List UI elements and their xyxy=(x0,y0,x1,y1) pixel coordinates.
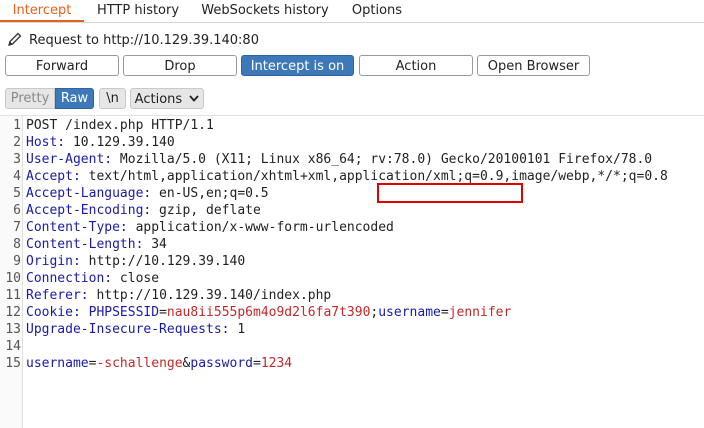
line-number: 13 xyxy=(5,322,21,337)
token: POST /index.php HTTP/1.1 xyxy=(26,118,214,133)
line-number: 15 xyxy=(5,356,21,371)
line-content: Accept: text/html,application/xhtml+xml,… xyxy=(26,168,668,185)
request-target: Request to http://10.129.39.140:80 xyxy=(7,31,259,49)
token: = xyxy=(253,356,261,371)
token: jennifer xyxy=(448,305,512,320)
tab-websockets-history[interactable]: WebSockets history xyxy=(196,0,334,21)
token: = xyxy=(159,305,167,320)
line-content: Connection: close xyxy=(26,270,159,287)
token: Accept-Language: xyxy=(26,186,152,201)
token: Origin: xyxy=(26,254,81,269)
chevron-down-icon xyxy=(189,89,199,108)
token: close xyxy=(112,271,160,286)
line-number: 8 xyxy=(13,237,21,252)
line-number: 14 xyxy=(5,339,21,354)
line-content: Origin: http://10.129.39.140 xyxy=(26,253,245,270)
token: Mozilla/5.0 (X11; Linux x86_64; rv:78.0)… xyxy=(112,152,653,167)
line-number: 4 xyxy=(13,169,21,184)
show-newlines-button[interactable]: \n xyxy=(99,88,126,109)
line-content: Accept-Language: en-US,en;q=0.5 xyxy=(26,185,269,202)
line-content: Content-Length: 34 xyxy=(26,236,167,253)
intercept-toggle-button[interactable]: Intercept is on xyxy=(241,55,354,76)
drop-button[interactable]: Drop xyxy=(123,55,237,76)
token: password xyxy=(190,356,253,371)
open-browser-button[interactable]: Open Browser xyxy=(477,55,590,76)
token: nau8ii555p6m4o9d2l6fa7t390 xyxy=(166,305,371,320)
line-number: 2 xyxy=(13,135,21,150)
actions-dropdown-label: Actions xyxy=(134,92,183,107)
token: Connection: xyxy=(26,271,113,286)
token: username xyxy=(26,356,89,371)
token: Host: xyxy=(26,135,66,150)
token: http://10.129.39.140 xyxy=(80,254,246,269)
token: PHPSESSID xyxy=(88,305,160,320)
actions-dropdown[interactable]: Actions xyxy=(130,88,204,109)
line-number: 10 xyxy=(5,271,21,286)
raw-view-button[interactable]: Raw xyxy=(55,88,94,109)
token: gzip, deflate xyxy=(151,203,261,218)
line-content: Accept-Encoding: gzip, deflate xyxy=(26,202,261,219)
line-content: Upgrade-Insecure-Requests: 1 xyxy=(26,321,245,338)
line-number: 11 xyxy=(5,288,21,303)
token: Referer: xyxy=(26,288,89,303)
token: en-US,en;q=0.5 xyxy=(151,186,269,201)
line-content: Cookie: PHPSESSID=nau8ii555p6m4o9d2l6fa7… xyxy=(26,304,511,321)
token: 1234 xyxy=(260,356,293,371)
token: application/x-www-form-urlencoded xyxy=(127,220,394,235)
line-number: 6 xyxy=(13,203,21,218)
token: = xyxy=(440,305,449,320)
token: User-Agent: xyxy=(26,152,113,167)
token: 10.129.39.140 xyxy=(65,135,175,150)
line-number: 1 xyxy=(13,118,21,133)
token: Content-Length: xyxy=(26,237,144,252)
line-content: Content-Type: application/x-www-form-url… xyxy=(26,219,394,236)
line-number: 9 xyxy=(13,254,21,269)
line-content: username=-schallenge&password=1234 xyxy=(26,355,292,372)
tab-http-history[interactable]: HTTP history xyxy=(88,0,188,21)
tab-intercept[interactable]: Intercept xyxy=(0,0,84,22)
pretty-view-button[interactable]: Pretty xyxy=(5,88,55,109)
line-content: POST /index.php HTTP/1.1 xyxy=(26,117,214,134)
line-number: 3 xyxy=(13,152,21,167)
request-target-label: Request to http://10.129.39.140:80 xyxy=(29,33,259,48)
line-content: User-Agent: Mozilla/5.0 (X11; Linux x86_… xyxy=(26,151,652,168)
request-editor[interactable]: 1 POST /index.php HTTP/1.1 2 Host: 10.129.3… xyxy=(0,115,704,428)
line-content: Host: 10.129.39.140 xyxy=(26,134,175,151)
action-button[interactable]: Action xyxy=(359,55,473,76)
token: -schallenge xyxy=(96,356,183,371)
token: 1 xyxy=(229,322,246,337)
token: text/html,application/xhtml+xml,applicat… xyxy=(80,169,668,184)
token: Content-Type: xyxy=(26,220,128,235)
token: http://10.129.39.140/index.php xyxy=(88,288,332,303)
line-number: 12 xyxy=(5,305,21,320)
main-tab-bar: Intercept HTTP history WebSockets histor… xyxy=(0,0,704,23)
line-number: 5 xyxy=(13,186,21,201)
token: Accept: xyxy=(26,169,81,184)
line-content: Referer: http://10.129.39.140/index.php xyxy=(26,287,331,304)
forward-button[interactable]: Forward xyxy=(5,55,119,76)
tab-options[interactable]: Options xyxy=(344,0,410,21)
cookie-highlight-box xyxy=(377,183,523,203)
line-number: 7 xyxy=(13,220,21,235)
token: 34 xyxy=(143,237,167,252)
token: Upgrade-Insecure-Requests: xyxy=(26,322,230,337)
token: username xyxy=(378,305,441,320)
token: Accept-Encoding: xyxy=(26,203,152,218)
pencil-icon[interactable] xyxy=(7,31,23,47)
token: Cookie: xyxy=(26,305,81,320)
